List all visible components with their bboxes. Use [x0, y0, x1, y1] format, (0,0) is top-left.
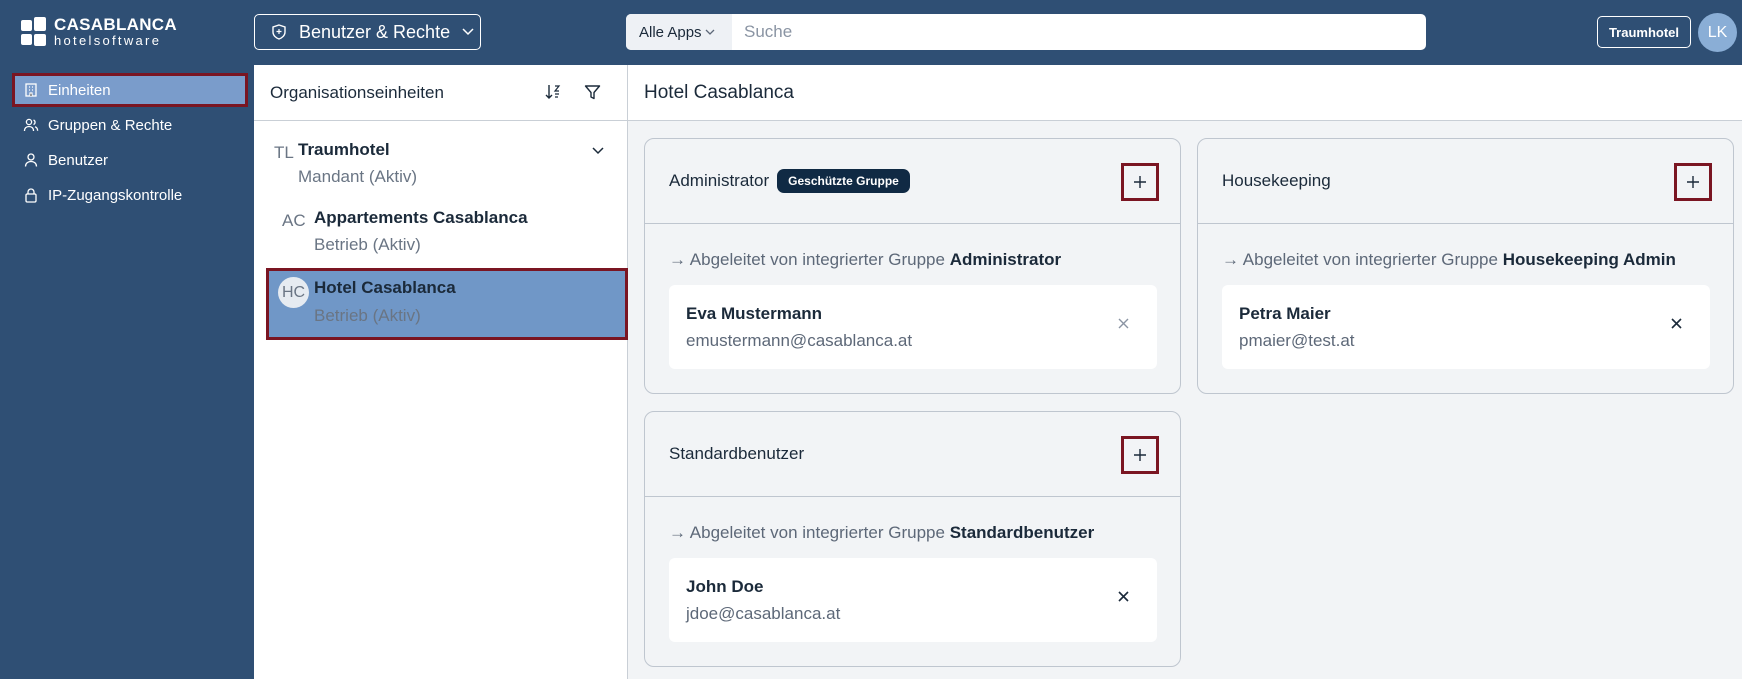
sidebar-item-label: Einheiten [48, 81, 111, 99]
group-card-administrator: Administrator Geschützte Gruppe → Abgele… [644, 138, 1181, 394]
sort-icon[interactable] [544, 83, 562, 101]
remove-member-icon[interactable] [1118, 318, 1129, 329]
filter-icon[interactable] [584, 84, 601, 101]
derived-group-name: Standardbenutzer [949, 523, 1095, 542]
search-input[interactable] [732, 15, 1426, 49]
member-name: John Doe [686, 577, 764, 596]
chevron-down-icon[interactable] [592, 147, 604, 155]
group-name: Housekeeping [1222, 171, 1331, 190]
derived-from-text: → Abgeleitet von integrierter Gruppe Hou… [1222, 250, 1676, 270]
org-abbr: TL [274, 143, 294, 162]
org-item-hotel-casablanca[interactable]: HC Hotel Casablanca Betrieb (Aktiv) [266, 268, 628, 340]
org-type: Betrieb (Aktiv) [314, 235, 421, 254]
org-item-appartements-casablanca[interactable]: AC Appartements Casablanca Betrieb (Akti… [262, 199, 622, 263]
remove-member-icon[interactable] [1118, 591, 1129, 602]
logo-line1: CASABLANCA [54, 15, 177, 34]
add-member-button[interactable] [1121, 436, 1159, 474]
tenant-button[interactable]: Traumhotel [1597, 16, 1691, 48]
org-abbr: AC [282, 211, 306, 230]
main-content: Hotel Casablanca Administrator Geschützt… [628, 65, 1742, 679]
derived-from-text: → Abgeleitet von integrierter Gruppe Adm… [669, 250, 1061, 270]
arrow-right-icon: → [1222, 250, 1239, 269]
org-name: Hotel Casablanca [314, 278, 456, 297]
sidebar-item-ip-zugangskontrolle[interactable]: IP-Zugangskontrolle [12, 178, 248, 212]
org-units-header: Organisationseinheiten [254, 65, 627, 121]
member-email: emustermann@casablanca.at [686, 331, 913, 350]
remove-member-icon[interactable] [1671, 318, 1682, 329]
shield-icon [272, 24, 286, 40]
derived-group-name: Housekeeping Admin [1502, 250, 1676, 269]
app-switcher-button[interactable]: Benutzer & Rechte [254, 14, 481, 50]
derived-from-text: → Abgeleitet von integrierter Gruppe Sta… [669, 523, 1094, 543]
member-row: John Doe jdoe@casablanca.at [669, 558, 1157, 642]
building-icon [25, 83, 37, 97]
chevron-down-icon [462, 28, 474, 36]
member-name: Eva Mustermann [686, 304, 823, 323]
sidebar-item-label: Benutzer [48, 151, 109, 169]
lock-icon [25, 188, 37, 203]
users-icon [23, 118, 39, 132]
member-name: Petra Maier [1239, 304, 1331, 323]
global-search: Alle Apps [626, 14, 1426, 50]
group-card-standardbenutzer: Standardbenutzer → Abgeleitet von integr… [644, 411, 1181, 667]
member-row: Petra Maier pmaier@test.at [1222, 285, 1710, 369]
derived-group-name: Administrator [949, 250, 1062, 269]
derived-prefix: Abgeleitet von integrierter Gruppe [1242, 250, 1498, 269]
arrow-right-icon: → [669, 250, 686, 269]
protected-group-badge: Geschützte Gruppe [777, 169, 910, 193]
member-row: Eva Mustermann emustermann@casablanca.at [669, 285, 1157, 369]
org-name: Traumhotel [298, 140, 390, 159]
group-card-housekeeping: Housekeeping → Abgeleitet von integriert… [1197, 138, 1734, 394]
user-icon [24, 153, 38, 167]
plus-icon [1134, 176, 1146, 188]
sidebar-item-label: IP-Zugangskontrolle [48, 186, 183, 204]
sidebar: Einheiten Gruppen & Rechte Benutzer IP-Z… [0, 65, 254, 679]
chevron-down-icon [705, 29, 715, 35]
org-abbr: HC [278, 277, 309, 308]
arrow-right-icon: → [669, 523, 686, 542]
derived-prefix: Abgeleitet von integrierter Gruppe [689, 523, 945, 542]
page-title: Hotel Casablanca [628, 65, 1742, 121]
app-switcher-label: Benutzer & Rechte [299, 21, 451, 42]
logo-line2: hotelsoftware [54, 33, 162, 48]
plus-icon [1687, 176, 1699, 188]
search-scope-dropdown[interactable]: Alle Apps [626, 14, 732, 50]
derived-prefix: Abgeleitet von integrierter Gruppe [689, 250, 945, 269]
search-scope-label: Alle Apps [639, 23, 702, 41]
org-type: Mandant (Aktiv) [298, 167, 418, 186]
sidebar-item-label: Gruppen & Rechte [48, 116, 173, 134]
group-name: Standardbenutzer [669, 444, 805, 463]
org-item-traumhotel[interactable]: TL Traumhotel Mandant (Aktiv) [262, 131, 622, 195]
add-member-button[interactable] [1674, 163, 1712, 201]
add-member-button[interactable] [1121, 163, 1159, 201]
top-bar: CASABLANCA hotelsoftware Benutzer & Rech… [0, 0, 1742, 65]
sidebar-item-gruppen[interactable]: Gruppen & Rechte [12, 108, 248, 142]
org-type: Betrieb (Aktiv) [314, 306, 421, 325]
org-units-title: Organisationseinheiten [270, 82, 444, 102]
group-name: Administrator [669, 171, 770, 190]
logo-mark-icon [21, 16, 47, 47]
sidebar-item-benutzer[interactable]: Benutzer [12, 143, 248, 177]
org-units-panel: Organisationseinheiten TL Traumhotel Man… [254, 65, 628, 679]
sidebar-item-einheiten[interactable]: Einheiten [12, 73, 248, 107]
org-name: Appartements Casablanca [314, 208, 528, 227]
user-avatar[interactable]: LK [1698, 13, 1737, 52]
member-email: pmaier@test.at [1239, 331, 1355, 350]
member-email: jdoe@casablanca.at [686, 604, 841, 623]
plus-icon [1134, 449, 1146, 461]
casablanca-logo[interactable]: CASABLANCA hotelsoftware [21, 16, 177, 47]
